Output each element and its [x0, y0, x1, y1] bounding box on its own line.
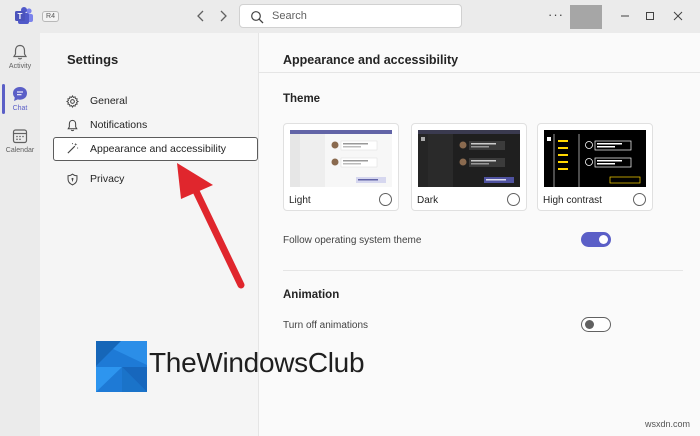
watermark-site: wsxdn.com	[645, 419, 691, 429]
app-rail: Activity Chat Calendar	[0, 33, 40, 436]
theme-label: Light	[289, 195, 311, 206]
high-contrast-theme-preview	[544, 130, 646, 187]
settings-item-general[interactable]: General	[53, 90, 258, 114]
more-options-button[interactable]: ···	[548, 8, 564, 22]
chat-icon	[13, 87, 27, 101]
title-bar: T R4 Search ···	[0, 0, 700, 33]
avatar[interactable]	[570, 5, 602, 29]
theme-section-title: Theme	[283, 93, 321, 105]
active-indicator	[2, 84, 5, 114]
follow-os-theme-label: Follow operating system theme	[283, 235, 422, 246]
radio-button[interactable]	[507, 193, 520, 206]
rail-item-calendar[interactable]: Calendar	[0, 123, 40, 163]
red-arrow-annotation	[177, 163, 245, 289]
close-button[interactable]	[670, 8, 686, 24]
settings-title: Settings	[67, 52, 119, 67]
theme-label: Dark	[417, 195, 439, 206]
search-placeholder: Search	[272, 10, 307, 22]
turn-off-animations-toggle[interactable]	[581, 317, 611, 332]
toggle-knob	[599, 235, 608, 244]
bell-icon	[67, 119, 78, 132]
theme-card-dark[interactable]: Dark	[411, 123, 527, 211]
thewindowsclub-logo	[96, 341, 147, 392]
gear-icon	[66, 95, 79, 108]
toggle-knob	[585, 320, 594, 329]
minimize-button[interactable]	[617, 8, 633, 24]
settings-item-label: Privacy	[90, 173, 125, 185]
divider	[283, 270, 683, 271]
forward-button[interactable]	[215, 8, 231, 24]
follow-os-theme-toggle[interactable]	[581, 232, 611, 247]
theme-card-light[interactable]: Light	[283, 123, 399, 211]
search-icon	[251, 11, 264, 24]
theme-card-high-contrast[interactable]: High contrast	[537, 123, 653, 211]
shield-icon	[67, 173, 78, 186]
rail-item-activity[interactable]: Activity	[0, 39, 40, 79]
settings-item-label: Appearance and accessibility	[90, 143, 226, 155]
teams-logo-icon: T	[15, 7, 33, 24]
bell-icon	[12, 44, 28, 60]
calendar-icon	[12, 129, 28, 144]
radio-button[interactable]	[633, 193, 646, 206]
chevron-left-icon	[197, 10, 204, 22]
rail-label-chat: Chat	[12, 105, 28, 112]
radio-button[interactable]	[379, 193, 392, 206]
turn-off-animations-label: Turn off animations	[283, 320, 369, 331]
theme-label: High contrast	[543, 195, 602, 206]
minimize-icon	[621, 15, 629, 17]
search-input[interactable]: Search	[239, 4, 462, 28]
watermark-brand: TheWindowsClub	[149, 347, 365, 378]
main-header: Appearance and accessibility	[259, 33, 700, 73]
animation-section-title: Animation	[283, 289, 340, 301]
settings-item-label: General	[90, 95, 128, 107]
dark-theme-preview	[418, 130, 520, 187]
light-theme-preview	[290, 130, 392, 187]
settings-item-label: Notifications	[90, 119, 148, 131]
back-button[interactable]	[193, 8, 209, 24]
page-title: Appearance and accessibility	[283, 53, 459, 67]
chevron-right-icon	[220, 10, 227, 22]
maximize-button[interactable]	[642, 8, 658, 24]
rail-label-activity: Activity	[8, 63, 32, 70]
svg-text:T: T	[18, 12, 23, 21]
settings-item-notifications[interactable]: Notifications	[53, 114, 258, 138]
close-icon	[673, 11, 683, 21]
ring-badge: R4	[42, 11, 59, 22]
maximize-icon	[646, 12, 654, 20]
rail-label-calendar: Calendar	[5, 147, 35, 154]
rail-item-chat[interactable]: Chat	[0, 81, 40, 121]
magic-wand-icon	[67, 142, 79, 154]
